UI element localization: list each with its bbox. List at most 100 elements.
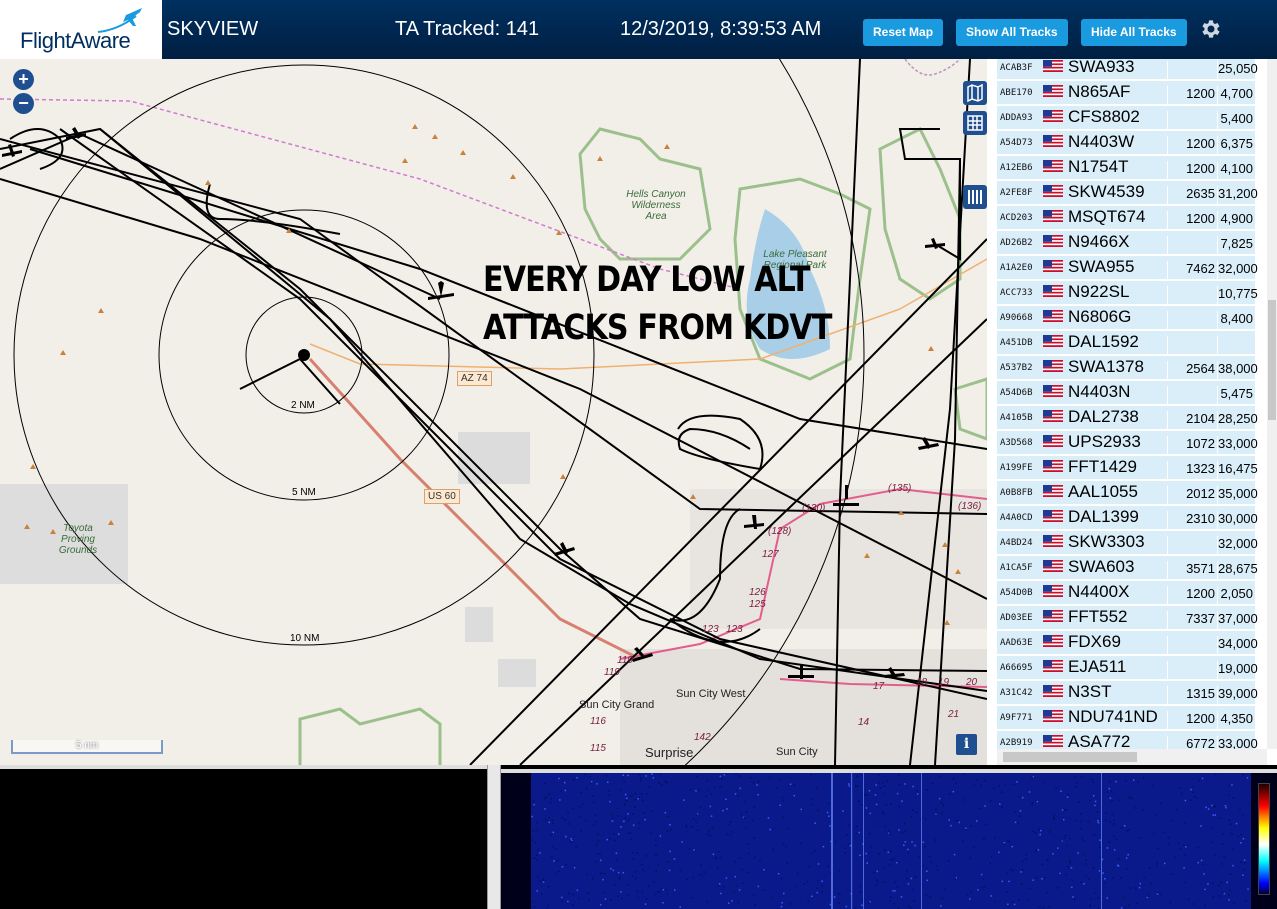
hex-code: ACC733 [1000, 288, 1033, 298]
squawk [1167, 386, 1217, 405]
vertical-scroll-thumb[interactable] [1268, 300, 1276, 420]
us-flag-icon [1043, 435, 1063, 447]
altitude: 37,000 [1217, 611, 1258, 630]
squawk: 1072 [1167, 436, 1217, 455]
table-row[interactable]: ACD203 MSQT674 1200 4,900 [997, 206, 1255, 230]
table-row[interactable]: A54D0B N4400X 1200 2,050 [997, 581, 1255, 605]
table-row[interactable]: ADDA93 CFS8802 5,400 [997, 106, 1255, 130]
overlay-line-1: EVERY DAY LOW ALT [483, 260, 811, 300]
hide-all-tracks-button[interactable]: Hide All Tracks [1081, 19, 1187, 46]
logo[interactable]: FlightAware [0, 0, 162, 59]
us-flag-icon [1043, 385, 1063, 397]
map-view[interactable]: + − i 5 nm 2 NM 5 NM 10 NM Hells Canyon … [0, 59, 987, 765]
table-row[interactable]: A4105B DAL2738 2104 28,250 [997, 406, 1258, 430]
callsign: N6806G [1068, 307, 1132, 326]
zoom-in-button[interactable]: + [13, 69, 34, 90]
altitude: 35,000 [1217, 486, 1258, 505]
table-row[interactable]: A9F771 NDU741ND 1200 4,350 [997, 706, 1255, 730]
route-number-label: 115 [590, 743, 606, 754]
grid-icon[interactable] [963, 111, 987, 135]
info-button[interactable]: i [956, 734, 977, 755]
hex-code: A66695 [1000, 663, 1033, 673]
horizontal-scroll-thumb[interactable] [1003, 752, 1137, 762]
park-label-toyota: Toyota Proving Grounds [58, 523, 98, 556]
zoom-out-button[interactable]: − [13, 93, 34, 114]
squawk [1167, 336, 1217, 355]
aircraft-table[interactable]: ACAB3F SWA933 25,050 ABE170 N865AF 1200 4,700 A… [987, 59, 1277, 765]
squawk [1167, 236, 1217, 255]
callsign: N4403W [1068, 132, 1135, 151]
table-row[interactable]: AD26B2 N9466X 7,825 [997, 231, 1255, 255]
altitude: 8,400 [1217, 311, 1255, 330]
map-layers-icon[interactable] [963, 81, 987, 105]
table-row[interactable]: A1CA5F SWA603 3571 28,675 [997, 556, 1258, 580]
table-row[interactable]: A0B8FB AAL1055 2012 35,000 [997, 481, 1258, 505]
table-row[interactable]: A199FE FFT1429 1323 16,475 [997, 456, 1258, 480]
us-flag-icon [1043, 110, 1063, 122]
altitude: 2,050 [1217, 586, 1255, 605]
callsign: N9466X [1068, 232, 1130, 251]
table-row[interactable]: AAD63E FDX69 34,000 [997, 631, 1258, 655]
us-flag-icon [1043, 585, 1063, 597]
gear-icon[interactable] [1198, 17, 1222, 41]
route-number-label: 116 [590, 716, 606, 727]
app-title: SKYVIEW [167, 18, 259, 40]
callsign: UPS2933 [1068, 432, 1141, 451]
route-number-label: 119 [617, 655, 633, 666]
table-row[interactable]: ACC733 N922SL 10,775 [997, 281, 1258, 305]
scale-bar: 5 nm [11, 740, 163, 754]
table-row[interactable]: ACAB3F SWA933 25,050 [997, 59, 1258, 80]
table-row[interactable]: A54D73 N4403W 1200 6,375 [997, 131, 1255, 155]
table-row[interactable]: AD03EE FFT552 7337 37,000 [997, 606, 1258, 630]
table-row[interactable]: A451DB DAL1592 [997, 331, 1255, 355]
table-row[interactable]: A2FE8F SKW4539 2635 31,200 [997, 181, 1258, 205]
table-row[interactable]: A4A0CD DAL1399 2310 30,000 [997, 506, 1258, 530]
route-number-label: 17 [873, 681, 885, 692]
table-row[interactable]: A12EB6 N1754T 1200 4,100 [997, 156, 1255, 180]
table-row[interactable]: A3D568 UPS2933 1072 33,000 [997, 431, 1258, 455]
squawk: 1200 [1167, 211, 1217, 230]
altitude: 10,775 [1217, 286, 1258, 305]
us-flag-icon [1043, 85, 1063, 97]
ring-label-10nm: 10 NM [290, 633, 320, 644]
hex-code: ACD203 [1000, 213, 1033, 223]
altitude: 25,050 [1217, 61, 1258, 80]
place-sun-city-grand: Sun City Grand [579, 699, 655, 711]
callsign: DAL1592 [1068, 332, 1139, 351]
road-shield-us60: US 60 [424, 489, 460, 504]
hex-code: A12EB6 [1000, 163, 1033, 173]
columns-icon[interactable] [963, 185, 987, 209]
squawk: 1200 [1167, 586, 1217, 605]
table-row[interactable]: ABE170 N865AF 1200 4,700 [997, 81, 1255, 105]
squawk: 7462 [1167, 261, 1217, 280]
us-flag-icon [1043, 610, 1063, 622]
callsign: N865AF [1068, 82, 1131, 101]
route-number-label: 123 [702, 624, 719, 635]
panel-splitter[interactable] [487, 765, 501, 909]
altitude: 28,250 [1217, 411, 1258, 430]
altitude: 4,350 [1217, 711, 1255, 730]
reset-map-button[interactable]: Reset Map [863, 19, 944, 46]
altitude: 5,475 [1217, 386, 1255, 405]
altitude: 4,100 [1217, 161, 1255, 180]
us-flag-icon [1043, 160, 1063, 172]
table-row[interactable]: A54D6B N4403N 5,475 [997, 381, 1255, 405]
table-row[interactable]: A537B2 SWA1378 2564 38,000 [997, 356, 1258, 380]
hex-code: A2B919 [1000, 738, 1033, 748]
table-row[interactable]: A66695 EJA511 19,000 [997, 656, 1258, 680]
table-row[interactable]: A90668 N6806G 8,400 [997, 306, 1255, 330]
squawk: 1315 [1167, 686, 1217, 705]
squawk: 7337 [1167, 611, 1217, 630]
hex-code: A9F771 [1000, 713, 1033, 723]
altitude: 16,475 [1217, 461, 1258, 480]
squawk: 2635 [1167, 186, 1217, 205]
table-row[interactable]: A1A2E0 SWA955 7462 32,000 [997, 256, 1258, 280]
table-row[interactable]: A31C42 N3ST 1315 39,000 [997, 681, 1258, 705]
us-flag-icon [1043, 210, 1063, 222]
table-row[interactable]: A4BD24 SKW3303 32,000 [997, 531, 1258, 555]
hex-code: AAD63E [1000, 638, 1033, 648]
hex-code: ACAB3F [1000, 63, 1033, 73]
show-all-tracks-button[interactable]: Show All Tracks [956, 19, 1068, 46]
altitude: 4,700 [1217, 86, 1255, 105]
callsign: CFS8802 [1068, 107, 1140, 126]
